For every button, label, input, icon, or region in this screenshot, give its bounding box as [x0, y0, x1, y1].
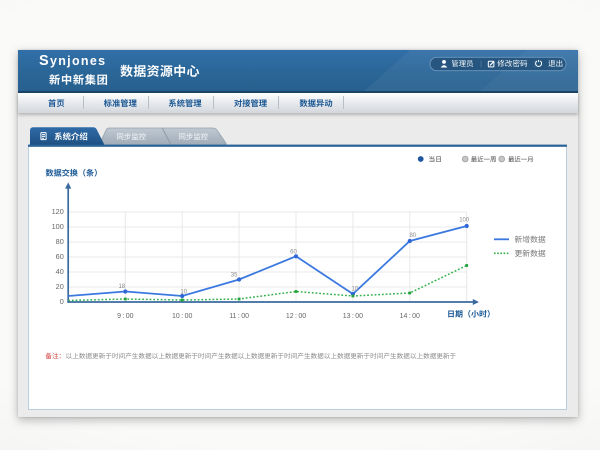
svg-text:0: 0	[60, 297, 64, 306]
svg-text:100: 100	[52, 222, 64, 231]
svg-text:13 : 00: 13 : 00	[343, 313, 363, 320]
svg-text:9 : 00: 9 : 00	[117, 313, 134, 320]
svg-text:100: 100	[459, 217, 470, 223]
svg-text:20: 20	[56, 282, 64, 291]
svg-text:80: 80	[409, 233, 416, 239]
svg-text:10 : 00: 10 : 00	[172, 313, 192, 320]
svg-text:10: 10	[352, 286, 359, 292]
svg-text:10: 10	[180, 289, 187, 295]
svg-text:120: 120	[52, 207, 64, 216]
svg-text:80: 80	[56, 237, 64, 246]
svg-text:60: 60	[56, 252, 64, 261]
svg-text:60: 60	[290, 250, 297, 256]
svg-text:40: 40	[56, 267, 64, 276]
svg-text:18: 18	[118, 284, 125, 290]
svg-text:35: 35	[231, 273, 238, 279]
svg-text:12 : 00: 12 : 00	[286, 313, 306, 320]
svg-text:14 : 00: 14 : 00	[400, 313, 420, 320]
svg-text:11 : 00: 11 : 00	[229, 313, 249, 320]
